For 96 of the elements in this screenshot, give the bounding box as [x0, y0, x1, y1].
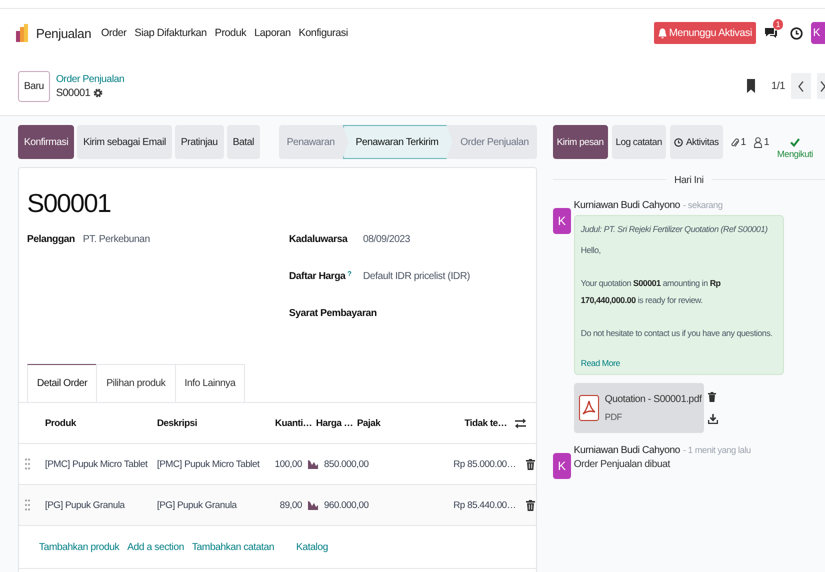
app-logo-icon[interactable] [16, 24, 28, 42]
drag-handle-icon[interactable] [25, 458, 30, 470]
column-header[interactable]: Kuanti… [270, 418, 312, 428]
menu-item[interactable]: Konfigurasi [298, 27, 348, 39]
field-label: Syarat Pembayaran [289, 308, 377, 319]
field-label: Daftar Harga [289, 271, 346, 282]
table-cell-text: 100,00 [274, 458, 302, 470]
chevron-left-icon [798, 80, 804, 92]
column-header[interactable]: Tidak te… [445, 418, 507, 428]
column-header[interactable]: Harga … [316, 418, 353, 428]
action-button[interactable]: Konfirmasi [18, 125, 74, 159]
field-value[interactable]: PT. Perkebunan [82, 234, 150, 245]
table-cell-text: Rp 85.440.00… [452, 500, 516, 510]
field-value[interactable]: 08/09/2023 [363, 234, 410, 245]
paperclip-icon[interactable] [730, 136, 739, 148]
menu-item[interactable]: Produk [214, 27, 246, 39]
menu-item[interactable]: Siap Difakturkan [134, 27, 207, 39]
column-header[interactable]: Deskripsi [157, 418, 270, 428]
message-time: - sekarang [683, 200, 723, 211]
tab[interactable]: Detail Order [27, 364, 98, 402]
trash-icon[interactable] [526, 458, 535, 470]
gear-icon[interactable] [93, 88, 104, 98]
chatter-button[interactable]: Aktivitas [670, 125, 723, 159]
status-stage[interactable]: Order Penjualan [452, 125, 537, 159]
trash-icon[interactable] [708, 392, 716, 402]
add-link[interactable]: Add a section [127, 542, 184, 552]
clock-icon[interactable] [790, 26, 803, 40]
download-icon[interactable] [708, 414, 718, 424]
breadcrumb-link[interactable]: Order Penjualan [56, 74, 124, 84]
avatar: K [552, 208, 571, 234]
action-button[interactable]: Batal [226, 125, 260, 159]
file-name: Quotation - S00001.pdf [604, 394, 702, 405]
user-avatar[interactable]: K [811, 22, 825, 44]
menu-item[interactable]: Laporan [254, 27, 291, 39]
author-name[interactable]: Kurniawan Budi Cahyono [574, 445, 680, 456]
column-header[interactable]: Produk [45, 418, 157, 428]
action-button[interactable]: Kirim sebagai Email [77, 125, 172, 159]
bell-icon [658, 28, 667, 38]
file-type: PDF [604, 412, 623, 422]
new-button[interactable]: Baru [18, 70, 50, 102]
table-cell-text: [PMC] Pupuk Micro Tablet [45, 458, 149, 470]
record-name: S00001 [56, 86, 90, 98]
column-settings-icon[interactable] [515, 418, 526, 428]
field-value[interactable]: Default IDR pricelist (IDR) [363, 271, 470, 282]
table-cell-text: 850.000,00 [324, 458, 370, 470]
follower-count[interactable]: 1 [764, 136, 770, 148]
date-separator: Hari Ini [666, 174, 712, 186]
record-title: S00001 [26, 188, 112, 220]
add-link[interactable]: Katalog [296, 542, 328, 552]
attachment-count[interactable]: 1 [740, 136, 746, 148]
table-cell-text: 89,00 [278, 500, 302, 510]
avatar: K [552, 453, 571, 479]
read-more-link[interactable]: Read More [580, 358, 777, 368]
tab[interactable]: Info Lainnya [174, 364, 246, 402]
following-label[interactable]: Mengikuti [777, 148, 813, 158]
next-button[interactable] [817, 73, 825, 99]
table-cell-text: 960.000,00 [324, 500, 370, 510]
help-mark[interactable]: ? [347, 271, 352, 282]
table-cell-text: Rp 85.000.00… [452, 458, 516, 470]
message-text: Your quotation S00001 amounting in Rp 170,440,000.00 is ready for review. [580, 277, 722, 307]
area-chart-icon[interactable] [308, 460, 318, 468]
pdf-file-icon [578, 395, 599, 421]
previous-button[interactable] [791, 73, 811, 99]
app-name[interactable]: Penjualan [36, 26, 92, 40]
table-cell-text: [PG] Pupuk Granula [157, 500, 238, 510]
area-chart-icon[interactable] [308, 500, 318, 510]
clock-icon [674, 138, 683, 146]
checkmark-icon[interactable] [790, 138, 800, 146]
table-cell-text: [PG] Pupuk Granula [45, 500, 126, 510]
message-text: Hello, [580, 244, 602, 257]
field-label: Pelanggan [27, 234, 75, 245]
status-stage[interactable]: Penawaran Terkirim [342, 125, 452, 159]
add-link[interactable]: Tambahkan catatan [192, 542, 274, 552]
message-time: - 1 menit yang lalu [683, 445, 751, 456]
notification-badge: 1 [772, 19, 783, 30]
message-subject: Judul: PT. Sri Rejeki Fertilizer Quotation (Ref S00001) [580, 223, 769, 236]
table-cell-text: [PMC] Pupuk Micro Tablet [157, 458, 261, 470]
add-link[interactable]: Tambahkan produk [39, 542, 120, 552]
chevron-right-icon [820, 80, 825, 92]
trash-icon[interactable] [526, 500, 535, 510]
column-header[interactable]: Pajak [357, 418, 445, 428]
action-button[interactable]: Pratinjau [174, 125, 224, 159]
status-stage[interactable]: Penawaran [278, 125, 343, 159]
chat-icon[interactable] [764, 26, 778, 40]
menu-item[interactable]: Order [101, 27, 126, 39]
bookmark-icon[interactable] [747, 79, 756, 93]
person-icon[interactable] [754, 136, 762, 148]
message-text: Do not hesitate to contact us if you have any questions. [580, 327, 774, 340]
message-text: Order Penjualan dibuat [574, 459, 672, 470]
chatter-button[interactable]: Log catatan [612, 125, 666, 159]
activation-button[interactable]: Menunggu Aktivasi [654, 22, 756, 44]
drag-handle-icon[interactable] [25, 499, 30, 511]
chatter-button[interactable]: Kirim pesan [552, 125, 608, 159]
pager-value: 1/1 [771, 80, 785, 92]
author-name[interactable]: Kurniawan Budi Cahyono [574, 200, 680, 211]
field-label: Kadaluwarsa [289, 234, 348, 245]
